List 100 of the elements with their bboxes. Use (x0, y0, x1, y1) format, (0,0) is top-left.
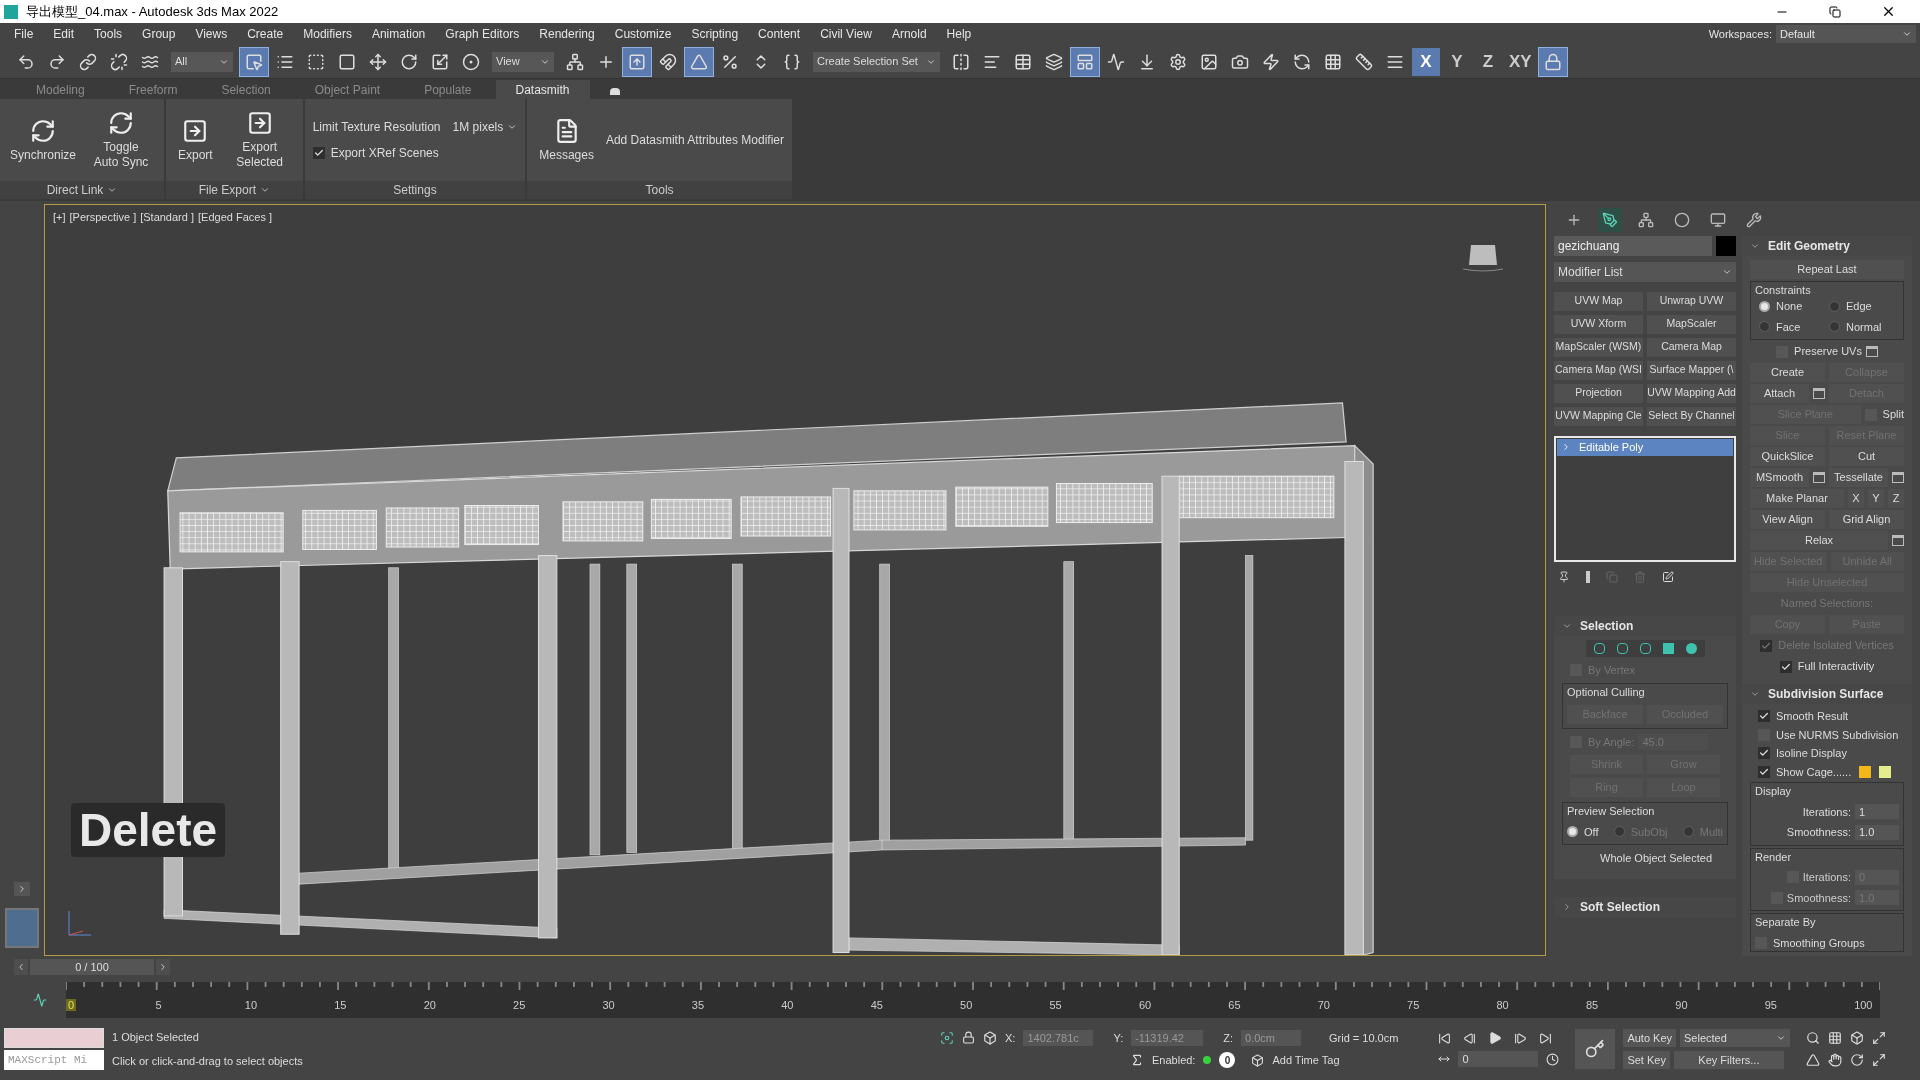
modifier-button[interactable]: Projection (1554, 383, 1643, 403)
lock-icon[interactable] (962, 1031, 975, 1045)
workspaces-dropdown[interactable]: Default (1776, 25, 1916, 43)
panel-button[interactable]: Make Planar (1750, 489, 1844, 508)
modifier-button[interactable]: MapScaler (WSM) (1554, 337, 1643, 357)
add-time-tag-link[interactable]: Add Time Tag (1272, 1052, 1340, 1069)
radio-button[interactable] (1759, 300, 1770, 312)
spinner-field[interactable]: 1.0 (1855, 824, 1899, 840)
modifier-button[interactable]: MapScaler (1647, 314, 1736, 334)
modifier-button[interactable]: Select By Channel (1647, 406, 1736, 426)
pin-icon[interactable] (1558, 570, 1570, 583)
stack-item[interactable]: Editable Poly (1557, 438, 1733, 456)
settings-icon[interactable] (1892, 472, 1904, 483)
viewport-label[interactable]: [Edged Faces ] (198, 209, 272, 226)
ribbon-button[interactable]: Export (174, 117, 217, 163)
edge-icon[interactable] (1616, 642, 1628, 654)
field-of-view-icon[interactable] (1806, 1053, 1820, 1067)
panel-button[interactable]: Cut (1829, 447, 1904, 466)
checkbox[interactable] (1758, 747, 1770, 760)
checkbox[interactable] (1758, 710, 1770, 723)
previous-frame-button[interactable] (14, 959, 28, 975)
menu-item[interactable]: Edit (43, 25, 85, 43)
panel-button[interactable]: View Align (1750, 510, 1825, 529)
previous-key-icon[interactable] (1463, 1031, 1477, 1045)
panel-button[interactable]: Z (1888, 489, 1904, 508)
panel-button[interactable]: Grid Align (1829, 510, 1904, 529)
checkbox[interactable] (312, 147, 325, 159)
radio-button[interactable] (1567, 826, 1578, 838)
zoom-extents-icon[interactable] (1850, 1031, 1864, 1045)
cage-color-swatch[interactable] (1879, 765, 1892, 778)
object-color-swatch[interactable] (1716, 235, 1736, 256)
menu-item[interactable]: File (4, 25, 44, 43)
menu-item[interactable]: Group (132, 25, 186, 43)
dropdown[interactable]: All (171, 51, 233, 72)
panel-button[interactable]: Tessellate (1829, 468, 1888, 487)
auto-key-button[interactable]: Auto Key (1623, 1029, 1676, 1047)
orbit-icon[interactable] (1850, 1053, 1864, 1067)
toggle-maximize-icon[interactable] (1872, 1053, 1886, 1067)
modifier-button[interactable]: UVW Mapping Cle (1554, 406, 1643, 426)
group-title[interactable]: Direct Link (0, 181, 164, 199)
time-tag-count[interactable]: 0 (1219, 1052, 1236, 1069)
result-toggle-icon[interactable] (1586, 570, 1590, 583)
modifier-button[interactable]: Camera Map (WSI (1554, 360, 1643, 380)
set-key-plus-button[interactable] (1575, 1029, 1616, 1069)
ribbon-button[interactable] (1070, 47, 1099, 76)
menu-item[interactable]: Graph Editors (435, 25, 530, 43)
lock-button[interactable] (1538, 47, 1567, 76)
menu-item[interactable]: Scripting (681, 25, 749, 43)
go-to-start-icon[interactable] (1438, 1031, 1452, 1045)
configure-icon[interactable] (1662, 570, 1674, 583)
zoom-all-icon[interactable] (1828, 1031, 1842, 1045)
perspective-viewport[interactable]: [+] [Perspective ] [Standard ] [Edged Faces ] Delete (44, 204, 1546, 956)
radio-button[interactable] (1759, 321, 1770, 333)
select-object-button[interactable] (240, 47, 268, 76)
menu-item[interactable]: Customize (604, 25, 682, 43)
ribbon-button[interactable]: Export Selected (224, 110, 295, 170)
subobject-level-bar[interactable] (1585, 639, 1705, 657)
cube-icon[interactable] (1251, 1053, 1265, 1067)
command-panel-tab[interactable] (1598, 207, 1622, 232)
settings-icon[interactable] (1813, 388, 1825, 399)
set-key-button[interactable]: Set Key (1623, 1051, 1670, 1069)
menu-item[interactable]: Content (748, 25, 811, 43)
spinner-field[interactable]: 1 (1855, 804, 1899, 820)
ribbon-tab[interactable]: Populate (404, 80, 492, 99)
panel-toggle-icon[interactable] (609, 88, 620, 95)
modifier-button[interactable]: UVW Map (1554, 291, 1643, 311)
dropdown[interactable]: Create Selection Set (813, 51, 940, 72)
ribbon-tab[interactable]: Selection (201, 80, 291, 99)
transform-mode-icon[interactable] (983, 1030, 997, 1045)
isolate-icon[interactable] (940, 1030, 954, 1045)
key-filters-button[interactable]: Key Filters... (1673, 1051, 1784, 1069)
modifier-button[interactable]: Unwrap UVW (1647, 291, 1736, 311)
panel-button[interactable]: Create (1750, 363, 1825, 382)
menu-item[interactable]: Animation (361, 25, 436, 43)
panel-button[interactable]: Repeat Last (1750, 259, 1904, 279)
viewport-label[interactable]: [+] (53, 209, 66, 226)
angle-snap-button[interactable] (685, 47, 713, 76)
modifier-button[interactable]: UVW Mapping Add (1647, 383, 1736, 403)
panel-button[interactable]: X (1848, 489, 1864, 508)
viewcube-icon[interactable] (1461, 243, 1505, 273)
time-configuration-icon[interactable] (1546, 1052, 1560, 1066)
restore-icon[interactable] (1829, 5, 1841, 18)
timeline-ruler[interactable]: 0 5 10 15 20 25 30 35 40 45 50 55 60 65 70 75 80 85 90 95 100 (66, 982, 1880, 1018)
pan-icon[interactable] (1828, 1053, 1842, 1067)
viewport-label[interactable]: [Standard ] (140, 209, 194, 226)
panel-button[interactable]: QuickSlice (1750, 447, 1825, 466)
settings-icon[interactable] (1865, 346, 1878, 357)
close-icon[interactable] (1881, 4, 1896, 19)
modifier-list-dropdown[interactable]: Modifier List (1554, 261, 1736, 282)
zoom-icon[interactable] (1806, 1031, 1820, 1045)
menu-item[interactable]: Views (185, 25, 238, 43)
ribbon-button[interactable]: Messages (535, 117, 598, 163)
ribbon-tab[interactable]: Object Paint (294, 80, 401, 99)
dropdown[interactable]: View (492, 51, 554, 72)
object-name-field[interactable]: gezichuang (1554, 235, 1712, 256)
checkbox[interactable] (1758, 765, 1770, 778)
key-mode-dropdown[interactable]: Selected (1680, 1029, 1790, 1047)
axis-button[interactable]: Y (1442, 47, 1471, 76)
menu-item[interactable]: Arnold (881, 25, 937, 43)
ribbon-tab[interactable]: Modeling (16, 80, 105, 99)
